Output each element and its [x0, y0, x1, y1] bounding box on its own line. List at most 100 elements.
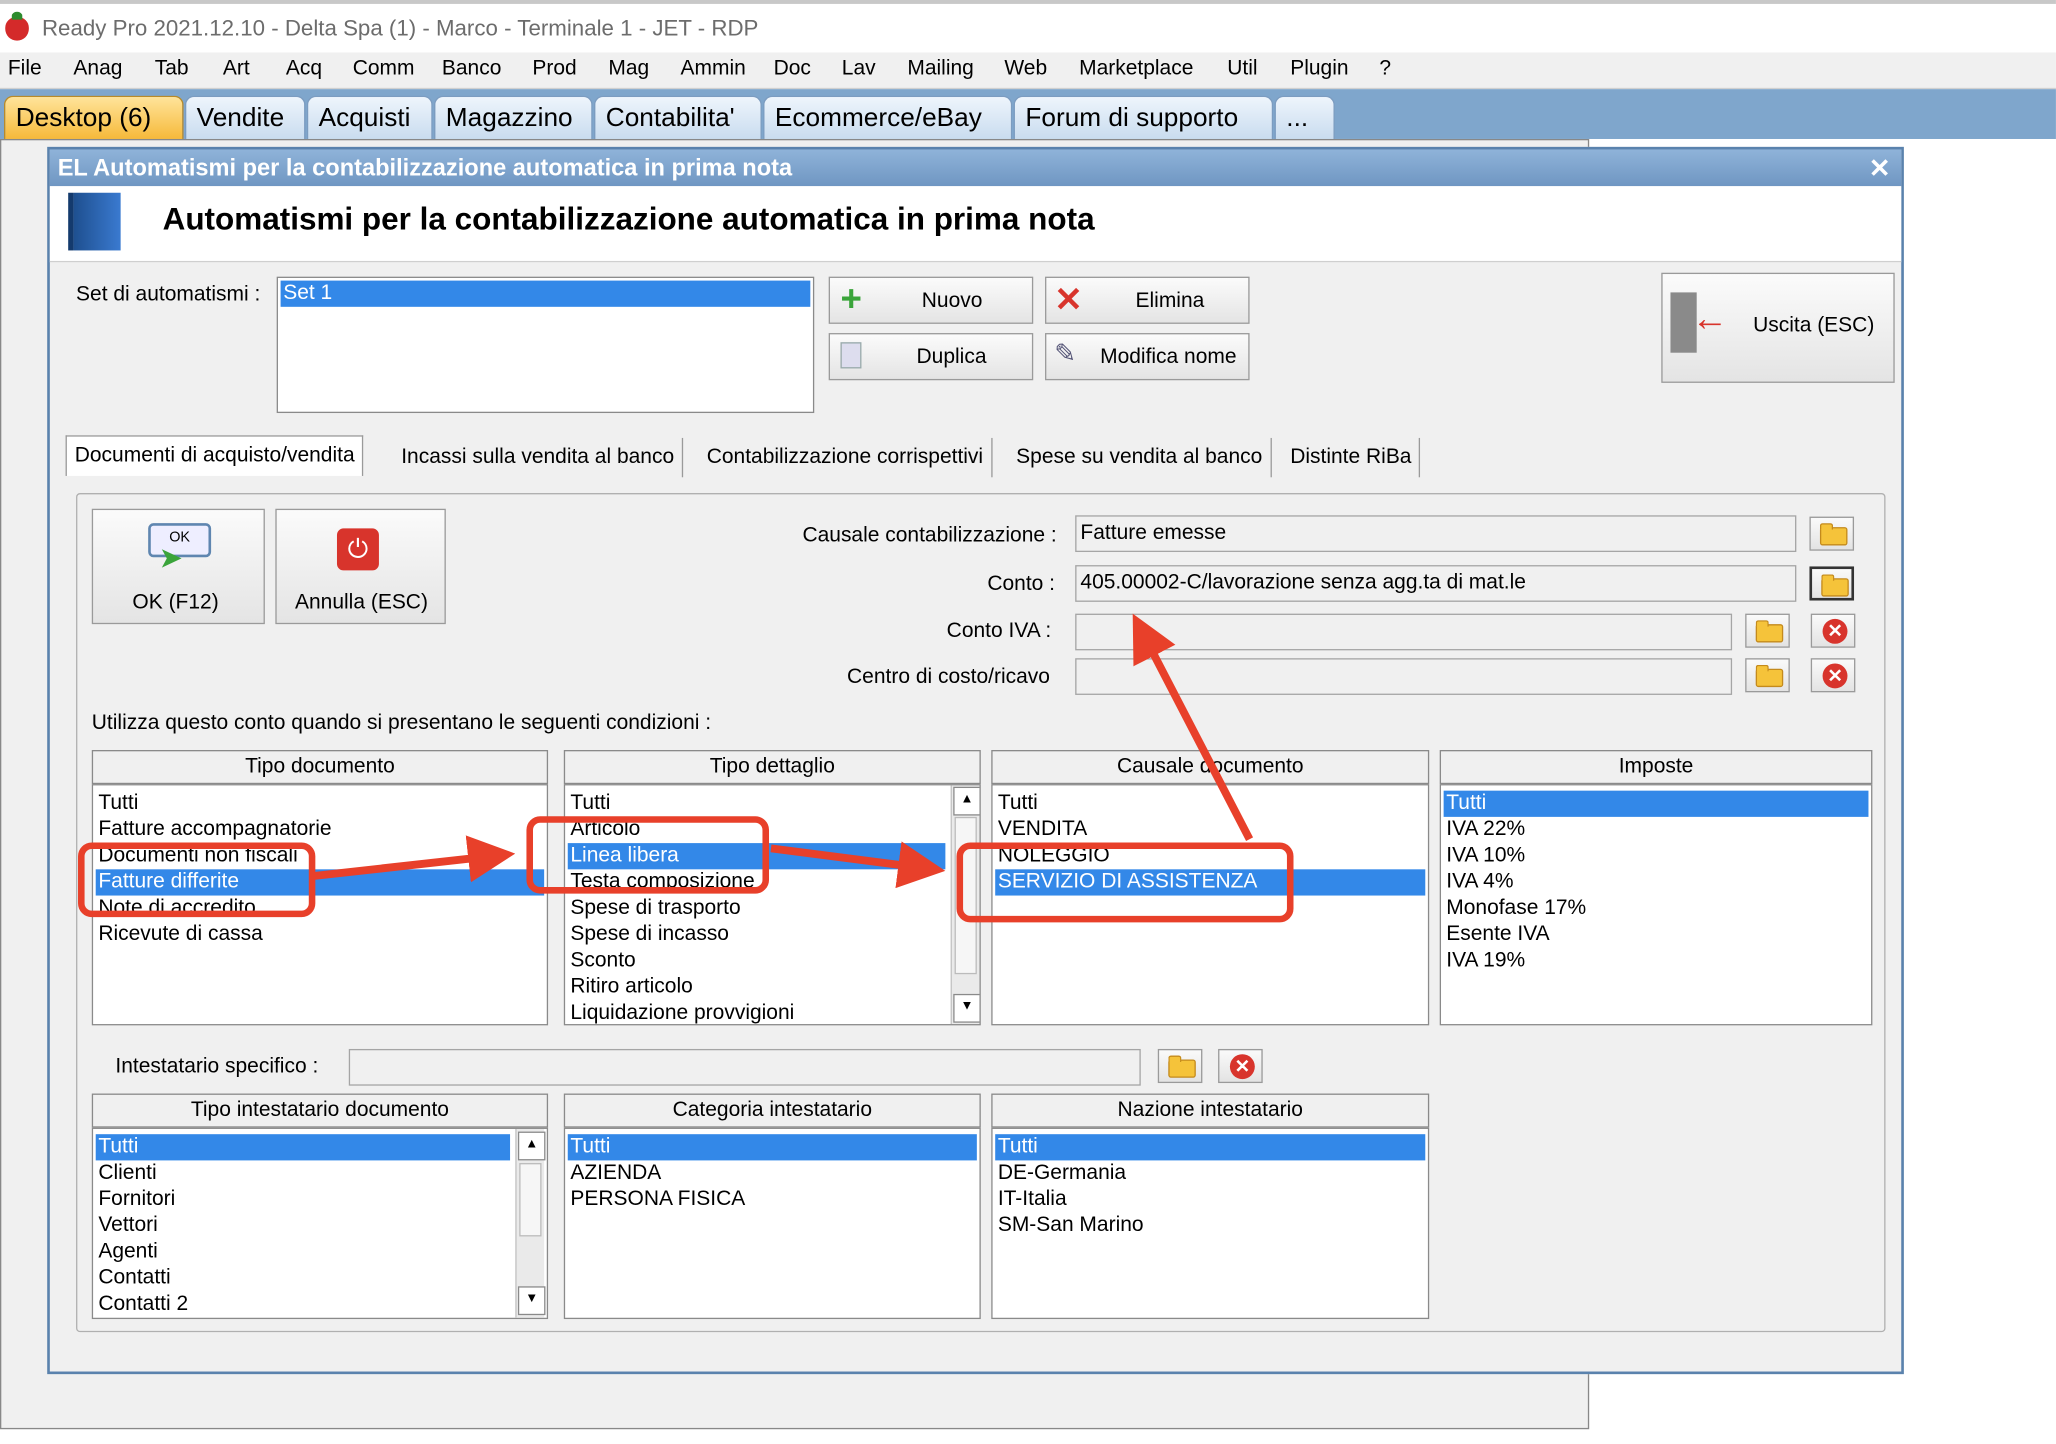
tab-vendite[interactable]: Vendite: [184, 95, 306, 139]
menu-web[interactable]: Web: [1004, 58, 1047, 82]
list-item[interactable]: Sconto: [568, 948, 946, 974]
list-item[interactable]: Vettori: [96, 1213, 510, 1239]
nazione-intestatario-list[interactable]: Tutti DE-Germania IT-Italia SM-San Marin…: [991, 1127, 1430, 1320]
tipo-dettaglio-list[interactable]: Tutti Articolo Linea libera Testa compos…: [563, 784, 981, 1026]
nuovo-button[interactable]: + Nuovo: [828, 276, 1034, 324]
menu-mag[interactable]: Mag: [608, 58, 649, 82]
list-item[interactable]: Testa composizione: [568, 869, 946, 895]
categoria-intestatario-list[interactable]: Tutti AZIENDA PERSONA FISICA: [563, 1127, 981, 1320]
centro-clear-button[interactable]: ✕: [1810, 658, 1856, 693]
tab-more[interactable]: ...: [1274, 95, 1335, 139]
scroll-down-icon[interactable]: ▼: [953, 993, 980, 1023]
tab-ecommerce[interactable]: Ecommerce/eBay: [763, 95, 1013, 139]
tab-acquisti[interactable]: Acquisti: [306, 95, 433, 139]
tab-corrispettivi[interactable]: Contabilizzazione corrispettivi: [699, 437, 993, 478]
list-item[interactable]: Spese di trasporto: [568, 896, 946, 922]
menu-banco[interactable]: Banco: [442, 58, 501, 82]
list-item[interactable]: Contatti 2: [96, 1292, 510, 1318]
list-item[interactable]: Ritiro articolo: [568, 974, 946, 1000]
tab-riba[interactable]: Distinte RiBa: [1282, 437, 1421, 478]
elimina-button[interactable]: ✕ Elimina: [1045, 276, 1250, 324]
list-item[interactable]: Clienti: [96, 1160, 510, 1186]
list-item[interactable]: PERSONA FISICA: [568, 1187, 977, 1213]
conto-iva-clear-button[interactable]: ✕: [1810, 613, 1856, 648]
tipo-documento-list[interactable]: Tutti Fatture accompagnatorie Documenti …: [91, 784, 549, 1026]
tipo-intestatario-scrollbar[interactable]: ▲ ▼: [515, 1128, 546, 1318]
tab-documenti[interactable]: Documenti di acquisto/vendita: [65, 435, 364, 476]
list-item[interactable]: Fornitori: [96, 1187, 510, 1213]
menu-anag[interactable]: Anag: [73, 58, 122, 82]
intestatario-folder-button[interactable]: [1157, 1048, 1203, 1084]
conto-iva-folder-button[interactable]: [1745, 613, 1790, 648]
list-item[interactable]: IVA 19%: [1444, 948, 1869, 974]
list-item[interactable]: Fatture differite: [95, 869, 545, 896]
menu-tab[interactable]: Tab: [155, 58, 189, 82]
menu-util[interactable]: Util: [1227, 58, 1257, 82]
intestatario-field[interactable]: [348, 1048, 1141, 1086]
causale-documento-list[interactable]: Tutti VENDITA NOLEGGIO SERVIZIO DI ASSIS…: [991, 784, 1430, 1026]
list-item[interactable]: Tutti: [95, 1134, 511, 1161]
menu-ammin[interactable]: Ammin: [681, 58, 746, 82]
list-item[interactable]: Monofase 17%: [1444, 896, 1869, 922]
list-item[interactable]: SM-San Marino: [995, 1213, 1425, 1239]
list-item[interactable]: Tutti: [96, 791, 544, 817]
duplica-button[interactable]: Duplica: [828, 333, 1034, 381]
list-item[interactable]: Articolo: [568, 817, 946, 843]
set-item[interactable]: Set 1: [280, 280, 811, 307]
menu-acq[interactable]: Acq: [286, 58, 322, 82]
list-item[interactable]: NOLEGGIO: [995, 843, 1425, 869]
list-item[interactable]: AZIENDA: [568, 1160, 977, 1186]
tipo-dettaglio-scrollbar[interactable]: ▲ ▼: [950, 785, 980, 1025]
list-item[interactable]: Tutti: [995, 791, 1425, 817]
list-item[interactable]: Note di accredito: [96, 896, 544, 922]
list-item[interactable]: Fatture accompagnatorie: [96, 817, 544, 843]
menu-art[interactable]: Art: [223, 58, 250, 82]
list-item[interactable]: Tutti: [568, 791, 946, 817]
conto-iva-field[interactable]: [1075, 613, 1733, 651]
centro-field[interactable]: [1075, 658, 1733, 695]
menu-prod[interactable]: Prod: [532, 58, 576, 82]
list-item[interactable]: Agenti: [96, 1239, 510, 1265]
conto-field[interactable]: 405.00002-C/lavorazione senza agg.ta di …: [1075, 565, 1797, 602]
causale-field[interactable]: Fatture emesse: [1075, 515, 1797, 553]
ok-button[interactable]: OK ➤ OK (F12): [91, 508, 265, 625]
list-item[interactable]: Spese di incasso: [568, 922, 946, 948]
list-item[interactable]: Linea libera: [567, 843, 946, 870]
conto-folder-button[interactable]: [1809, 566, 1855, 601]
menu-lav[interactable]: Lav: [842, 58, 876, 82]
menu-plugin[interactable]: Plugin: [1290, 58, 1348, 82]
tab-contabilita[interactable]: Contabilita': [593, 95, 762, 139]
list-item[interactable]: Tutti: [995, 1134, 1426, 1161]
list-item[interactable]: SERVIZIO DI ASSISTENZA: [995, 869, 1426, 896]
scroll-up-icon[interactable]: ▲: [953, 786, 980, 816]
list-item[interactable]: VENDITA: [995, 817, 1425, 843]
menu-marketplace[interactable]: Marketplace: [1079, 58, 1193, 82]
centro-folder-button[interactable]: [1745, 658, 1790, 693]
list-item[interactable]: Documenti non fiscali: [96, 843, 544, 869]
list-item[interactable]: IVA 4%: [1444, 869, 1869, 895]
menu-mailing[interactable]: Mailing: [907, 58, 973, 82]
set-list[interactable]: Set 1: [276, 276, 815, 414]
scroll-down-icon[interactable]: ▼: [517, 1286, 546, 1316]
scroll-thumb[interactable]: [519, 1163, 542, 1237]
list-item[interactable]: IVA 10%: [1444, 843, 1869, 869]
tipo-intestatario-list[interactable]: Tutti Clienti Fornitori Vettori Agenti C…: [91, 1127, 549, 1320]
tab-desktop[interactable]: Desktop (6): [3, 95, 184, 139]
menu-comm[interactable]: Comm: [353, 58, 415, 82]
modifica-nome-button[interactable]: ✎ Modifica nome: [1045, 333, 1250, 381]
causale-folder-button[interactable]: [1809, 516, 1855, 551]
close-icon[interactable]: ✕: [1869, 152, 1891, 185]
scroll-thumb[interactable]: [954, 816, 977, 975]
tab-forum[interactable]: Forum di supporto: [1013, 95, 1274, 139]
imposte-list[interactable]: Tutti IVA 22% IVA 10% IVA 4% Monofase 17…: [1439, 784, 1873, 1026]
tab-spese[interactable]: Spese su vendita al banco: [1008, 437, 1272, 478]
menu-doc[interactable]: Doc: [774, 58, 811, 82]
list-item[interactable]: IVA 22%: [1444, 817, 1869, 843]
list-item[interactable]: Tutti: [1443, 790, 1869, 817]
list-item[interactable]: DE-Germania: [995, 1160, 1425, 1186]
scroll-up-icon[interactable]: ▲: [517, 1131, 546, 1161]
tab-magazzino[interactable]: Magazzino: [434, 95, 593, 139]
list-item[interactable]: Tutti: [567, 1134, 977, 1161]
menu-help[interactable]: ?: [1379, 58, 1391, 82]
uscita-button[interactable]: ← Uscita (ESC): [1661, 272, 1895, 383]
